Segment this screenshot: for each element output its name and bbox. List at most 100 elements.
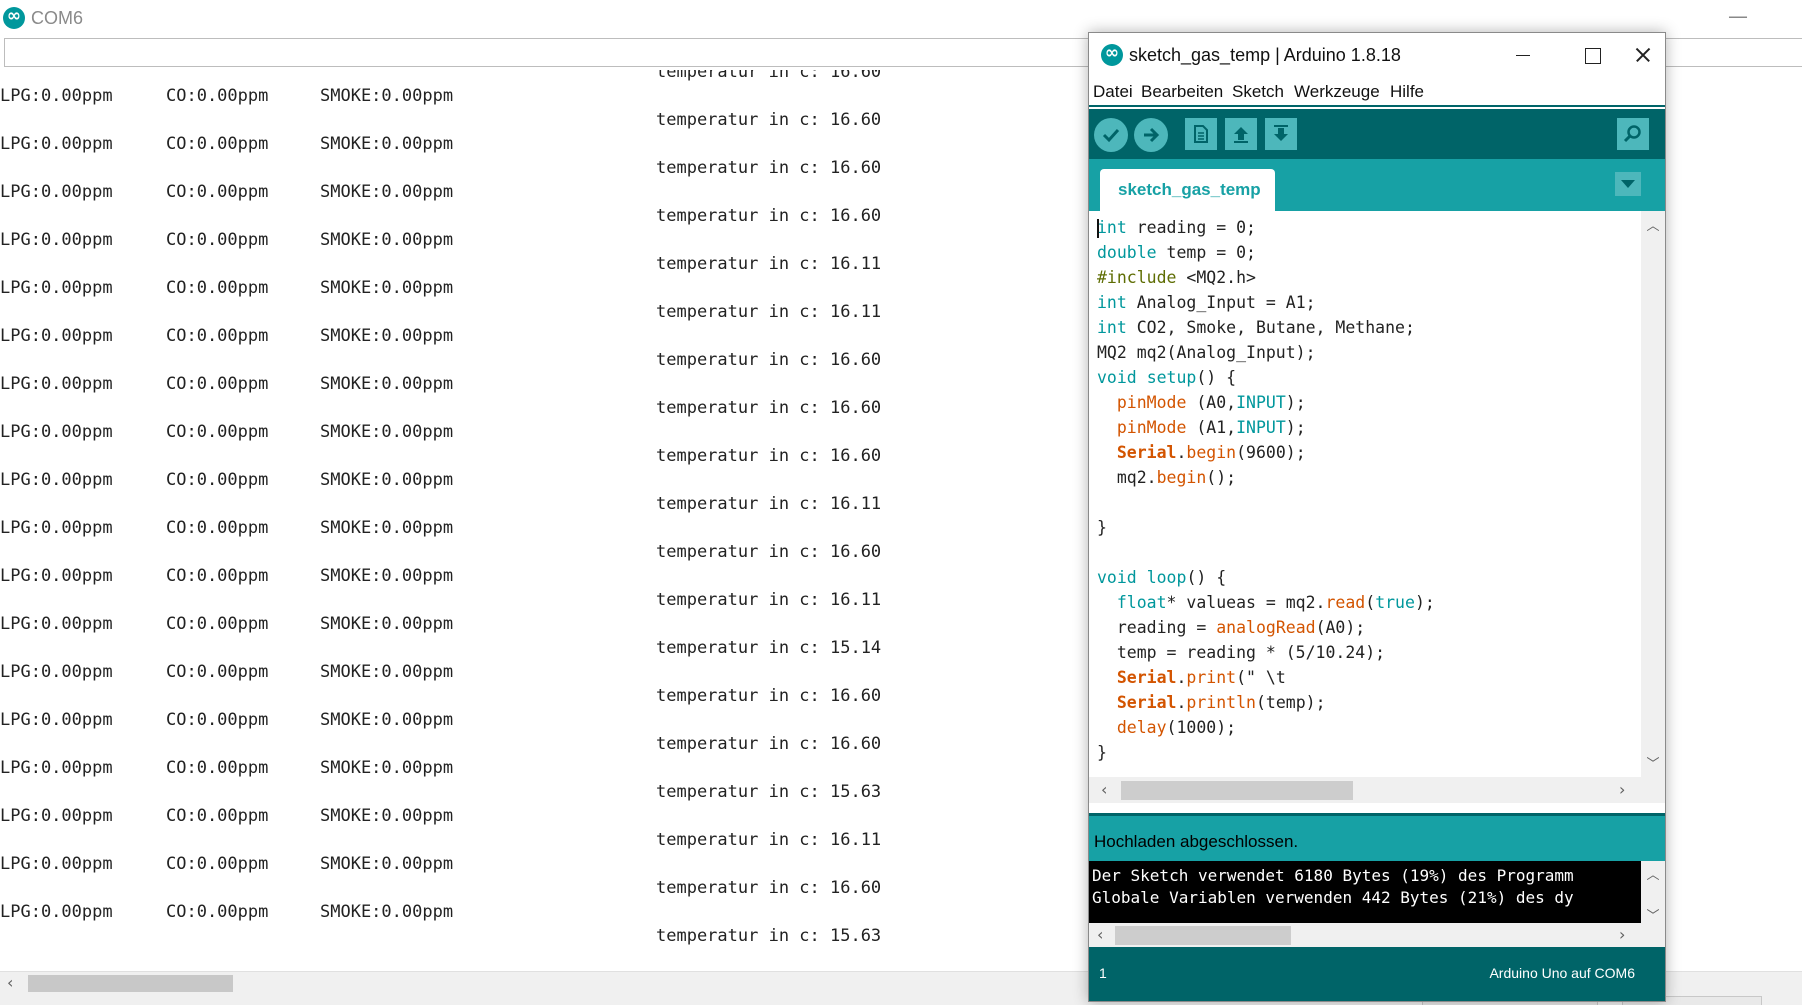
code-token: begin (1186, 443, 1237, 462)
tab-label: sketch_gas_temp (1118, 180, 1261, 199)
editor-divider[interactable] (1089, 803, 1665, 813)
code-token: ); (1414, 593, 1435, 612)
serial-temperature-reading: temperatur in c: 16.60 (656, 158, 882, 178)
code-token: Serial (1116, 668, 1177, 687)
serial-lpg-reading: LPG:0.00ppm (0, 758, 113, 778)
code-token: float (1116, 593, 1167, 612)
scrollbar-thumb[interactable] (1121, 781, 1353, 800)
code-token: println (1186, 693, 1256, 712)
menu-hilfe[interactable]: Hilfe (1390, 82, 1424, 102)
scroll-up-icon[interactable]: ︿ (1641, 864, 1665, 883)
minimize-icon[interactable]: — (1728, 4, 1748, 28)
code-editor[interactable]: int reading = 0; double temp = 0; #include… (1089, 211, 1641, 777)
serial-co-reading: CO:0.00ppm (166, 134, 269, 154)
code-token: . (1176, 693, 1187, 712)
code-token: print (1186, 668, 1237, 687)
serial-temperature-reading: temperatur in c: 16.11 (656, 302, 882, 322)
serial-co-reading: CO:0.00ppm (166, 86, 269, 106)
scroll-left-icon[interactable]: ‹ (1097, 925, 1103, 944)
code-token: delay (1116, 718, 1167, 737)
serial-monitor-button[interactable] (1617, 118, 1649, 150)
status-bar: Hochladen abgeschlossen. (1089, 813, 1665, 861)
open-sketch-button[interactable] (1225, 118, 1257, 150)
tab-sketch-gas-temp[interactable]: sketch_gas_temp (1100, 169, 1275, 211)
console-horizontal-scrollbar[interactable]: ‹ › (1089, 923, 1665, 947)
code-token: ); (1285, 418, 1306, 437)
serial-co-reading: CO:0.00ppm (166, 758, 269, 778)
code-token: begin (1156, 468, 1207, 487)
code-line: double temp = 0; (1097, 240, 1435, 265)
serial-smoke-reading: SMOKE:0.00ppm (320, 470, 454, 490)
serial-lpg-reading: LPG:0.00ppm (0, 230, 113, 250)
verify-button[interactable] (1094, 118, 1128, 152)
scroll-down-icon[interactable]: ﹀ (1641, 753, 1665, 772)
code-token: (9600); (1236, 443, 1306, 462)
serial-smoke-reading: SMOKE:0.00ppm (320, 86, 454, 106)
editor-horizontal-scrollbar[interactable]: ‹ › (1089, 777, 1665, 803)
scrollbar-thumb[interactable] (28, 975, 233, 992)
code-token: ( (1365, 593, 1376, 612)
maximize-button[interactable] (1564, 37, 1620, 73)
serial-temperature-reading: temperatur in c: 16.60 (656, 206, 882, 226)
serial-temperature-reading: temperatur in c: 16.60 (656, 878, 882, 898)
code-token: void (1097, 568, 1137, 587)
menu-werkzeuge[interactable]: Werkzeuge (1294, 82, 1380, 102)
code-token: * valueas = mq2. (1166, 593, 1326, 612)
scroll-right-icon[interactable]: › (1619, 780, 1625, 799)
console-vertical-scrollbar[interactable]: ︿ ﹀ (1641, 861, 1665, 924)
tab-menu-dropdown[interactable] (1615, 172, 1641, 196)
code-token: temp = reading * (5/10.24); (1097, 643, 1386, 662)
serial-temperature-reading: temperatur in c: 16.60 (656, 734, 882, 754)
scroll-right-icon[interactable]: › (1619, 925, 1625, 944)
line-number: 1 (1099, 965, 1107, 981)
minimize-button[interactable] (1494, 37, 1550, 73)
serial-smoke-reading: SMOKE:0.00ppm (320, 854, 454, 874)
editor-vertical-scrollbar[interactable]: ︿ ﹀ (1641, 211, 1665, 777)
code-token: Serial (1116, 693, 1177, 712)
serial-lpg-reading: LPG:0.00ppm (0, 470, 113, 490)
upload-button[interactable] (1134, 118, 1168, 152)
scroll-up-icon[interactable]: ︿ (1641, 215, 1665, 234)
serial-co-reading: CO:0.00ppm (166, 806, 269, 826)
upload-icon (1144, 127, 1160, 143)
serial-co-reading: CO:0.00ppm (166, 470, 269, 490)
serial-temperature-reading: temperatur in c: 15.14 (656, 638, 882, 658)
code-token: (1000); (1166, 718, 1237, 737)
scroll-left-icon[interactable]: ‹ (1101, 780, 1107, 799)
menu-sketch[interactable]: Sketch (1232, 82, 1284, 102)
menu-bearbeiten[interactable]: Bearbeiten (1141, 82, 1223, 102)
code-line: void setup() { (1097, 365, 1435, 390)
code-token: () { (1186, 568, 1227, 587)
code-token: () { (1196, 368, 1237, 387)
code-line: void loop() { (1097, 565, 1435, 590)
serial-smoke-reading: SMOKE:0.00ppm (320, 326, 454, 346)
code-token: CO2, Smoke, Butane, Methane; (1126, 318, 1415, 337)
serial-lpg-reading: LPG:0.00ppm (0, 182, 113, 202)
close-button[interactable] (1634, 37, 1666, 73)
scrollbar-thumb[interactable] (1115, 926, 1291, 945)
arduino-logo-icon (3, 6, 25, 29)
scroll-down-icon[interactable]: ﹀ (1641, 905, 1665, 924)
serial-co-reading: CO:0.00ppm (166, 326, 269, 346)
menu-datei[interactable]: Datei (1093, 82, 1133, 102)
new-sketch-button[interactable] (1185, 118, 1217, 150)
serial-smoke-reading: SMOKE:0.00ppm (320, 710, 454, 730)
code-line: temp = reading * (5/10.24); (1097, 640, 1435, 665)
code-line: } (1097, 740, 1435, 765)
save-sketch-button[interactable] (1265, 118, 1297, 150)
serial-monitor-titlebar[interactable]: COM6 — (0, 0, 1802, 36)
ide-titlebar[interactable]: sketch_gas_temp | Arduino 1.8.18 (1089, 33, 1665, 77)
serial-smoke-reading: SMOKE:0.00ppm (320, 518, 454, 538)
output-console[interactable]: Der Sketch verwendet 6180 Bytes (19%) de… (1089, 861, 1641, 923)
serial-lpg-reading: LPG:0.00ppm (0, 806, 113, 826)
code-line: float* valueas = mq2.read(true); (1097, 590, 1435, 615)
serial-lpg-reading: LPG:0.00ppm (0, 374, 113, 394)
code-token: #include (1097, 268, 1177, 287)
code-token: (); (1206, 468, 1237, 487)
code-line: Serial.println(temp); (1097, 690, 1435, 715)
scroll-left-icon[interactable]: ‹ (7, 973, 13, 992)
serial-temperature-reading: temperatur in c: 16.60 (656, 398, 882, 418)
code-token: double (1097, 243, 1157, 262)
